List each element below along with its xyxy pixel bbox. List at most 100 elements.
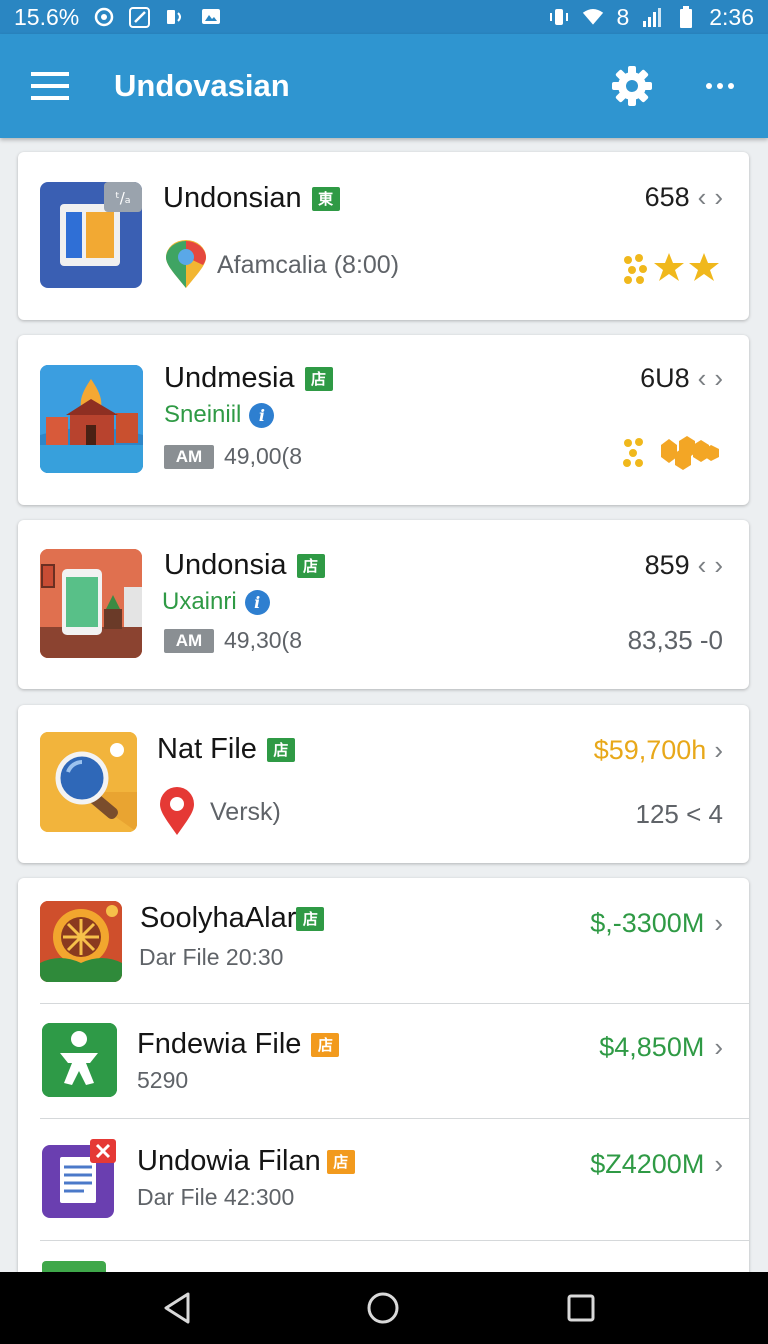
store-badge: 店 — [266, 737, 295, 762]
card-title: Undonsia — [164, 549, 287, 581]
menu-button[interactable] — [0, 34, 100, 138]
card-subtitle: Afamcalia (8:00) — [217, 250, 400, 279]
map-pin-icon — [160, 787, 194, 835]
wifi-icon — [582, 6, 604, 28]
card-right-meta: 83,35 -0 — [627, 625, 723, 655]
price-value: $59,700h — [593, 735, 707, 765]
store-badge: 東 — [311, 186, 340, 211]
chevron-left-icon[interactable]: ‹ — [698, 550, 707, 581]
price-value: $4,850M — [599, 1032, 705, 1062]
count-value: 658 — [644, 182, 690, 212]
store-badge: 店 — [304, 366, 333, 391]
file-subtitle: 5290 — [137, 1067, 189, 1093]
app-icon-search — [40, 732, 137, 832]
file-title: SoolyhaAlar — [140, 902, 297, 934]
price-value: $,-3300M — [590, 908, 705, 938]
battery-percent: 15.6% — [14, 3, 80, 30]
file-subtitle: Dar File 42:300 — [137, 1184, 295, 1210]
chevron-right-icon[interactable]: › — [714, 182, 723, 213]
chevron-right-icon[interactable]: › — [714, 908, 723, 939]
chevron-left-icon[interactable]: ‹ — [698, 182, 707, 213]
card-meta-row: AM 49,00(8 — [164, 443, 302, 470]
app-card[interactable]: Undmesia 店 Sneiniil i AM 49,00(8 6U8 ‹ › — [18, 335, 749, 505]
info-icon[interactable]: i — [244, 589, 270, 615]
store-badge: 店 — [311, 1032, 340, 1057]
more-dot — [706, 83, 712, 89]
gear-icon — [612, 66, 652, 106]
signal-label: 8 — [616, 3, 630, 30]
card-meta: 49,00(8 — [224, 443, 303, 469]
battery-icon — [675, 6, 697, 28]
clock: 2:36 — [709, 3, 754, 30]
home-icon[interactable] — [365, 1290, 401, 1326]
card-right-meta: 125 < 4 — [635, 799, 723, 829]
store-badge: 店 — [296, 553, 325, 578]
photo-icon — [200, 6, 222, 28]
file-title: Fndewia File — [137, 1028, 302, 1060]
card-count: 859 ‹ › — [645, 550, 723, 581]
chevron-right-icon[interactable]: › — [714, 550, 723, 581]
app-icon-mandala — [40, 901, 122, 982]
more-options-button[interactable] — [698, 64, 742, 108]
am-tag: AM — [164, 444, 214, 469]
info-icon[interactable]: i — [249, 402, 275, 428]
card-title: Undmesia — [164, 362, 295, 394]
list-item[interactable]: SoolyhaAlar 店 Dar File 20:30 $,-3300M › — [18, 878, 749, 1004]
app-card[interactable]: Undonsia 店 Uxainri i AM 49,30(8 859 ‹ › … — [18, 520, 749, 689]
file-price: $4,850M › — [599, 1032, 723, 1063]
app-card[interactable]: Nat File 店 Versk) $59,700h › 125 < 4 — [18, 705, 749, 863]
hamburger-icon — [31, 72, 69, 100]
app-title: Undovasian — [114, 68, 290, 103]
map-pin-icon — [166, 240, 206, 288]
file-title-row: Undowia Filan 店 — [137, 1145, 355, 1178]
back-icon[interactable] — [160, 1290, 196, 1326]
card-title-row: Undmesia 店 — [164, 362, 333, 395]
price-value: $Z4200M — [590, 1149, 705, 1179]
file-price: $Z4200M › — [590, 1149, 723, 1180]
card-title: Undonsian — [163, 182, 302, 214]
card-subtitle-row: Sneiniil i — [164, 401, 275, 429]
card-location-row: Versk) — [158, 787, 281, 837]
chevron-right-icon[interactable]: › — [714, 1032, 723, 1063]
card-location-row: Afamcalia (8:00) — [163, 240, 399, 290]
file-title: Undowia Filan — [137, 1145, 321, 1177]
store-badge: 店 — [326, 1149, 355, 1174]
rating-honeycomb — [621, 435, 721, 471]
app-icon-temple — [40, 365, 143, 473]
chevron-right-icon[interactable]: › — [714, 1149, 723, 1180]
card-subtitle: Sneiniil — [164, 401, 242, 428]
svg-text:ᵗ/ₐ: ᵗ/ₐ — [115, 189, 130, 207]
chevron-right-icon[interactable]: › — [714, 735, 723, 766]
app-card[interactable]: ᵗ/ₐ Undonsian 東 Afamcalia (8:00) 658 ‹ › — [18, 152, 749, 320]
list-item[interactable]: Undowia Filan 店 Dar File 42:300 $Z4200M … — [18, 1119, 749, 1241]
recents-icon[interactable] — [563, 1290, 599, 1326]
card-subtitle: Versk) — [210, 797, 281, 826]
chevron-left-icon[interactable]: ‹ — [698, 363, 707, 394]
file-title-row: SoolyhaAlar 店 — [140, 902, 325, 935]
card-title-row: Nat File 店 — [157, 733, 295, 766]
rating-stars — [621, 250, 721, 286]
count-value: 859 — [644, 550, 690, 580]
sync-icon — [93, 6, 115, 28]
vibrate-icon — [548, 6, 570, 28]
file-list: SoolyhaAlar 店 Dar File 20:30 $,-3300M › … — [18, 878, 749, 1278]
app-icon-tablet: ᵗ/ₐ — [40, 182, 142, 288]
card-title-row: Undonsia 店 — [164, 549, 325, 582]
list-item[interactable]: Fndewia File 店 5290 $4,850M › — [18, 1004, 749, 1119]
cast-icon — [164, 6, 186, 28]
app-icon-figure — [42, 1023, 117, 1097]
card-subtitle: Uxainri — [162, 588, 237, 615]
signal-icon — [641, 6, 663, 28]
am-tag: AM — [164, 628, 214, 653]
card-subtitle-row: Uxainri i — [162, 588, 270, 616]
card-meta-row: AM 49,30(8 — [164, 627, 302, 654]
card-count: 658 ‹ › — [645, 182, 723, 213]
more-dot — [717, 83, 723, 89]
count-value: 6U8 — [640, 363, 690, 393]
file-title-row: Fndewia File 店 — [137, 1028, 340, 1061]
status-bar: 15.6% 8 2:36 — [0, 0, 768, 34]
app-bar: Undovasian — [0, 34, 768, 138]
chevron-right-icon[interactable]: › — [714, 363, 723, 394]
settings-button[interactable] — [610, 64, 654, 108]
app-icon-room — [40, 549, 142, 658]
